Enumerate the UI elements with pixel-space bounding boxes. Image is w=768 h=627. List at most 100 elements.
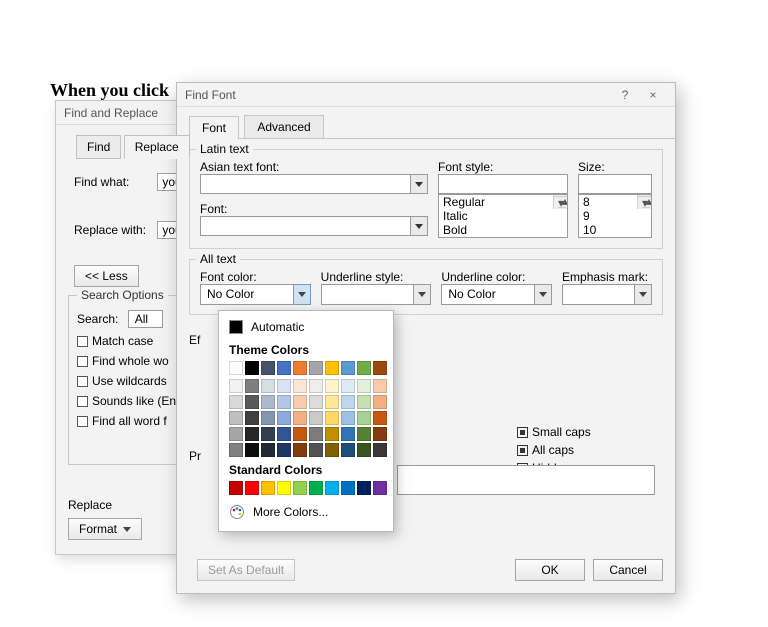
color-swatch[interactable] [341, 395, 355, 409]
format-button[interactable]: Format [68, 518, 142, 540]
color-swatch[interactable] [293, 379, 307, 393]
color-swatch[interactable] [245, 395, 259, 409]
size-list[interactable]: 8 9 10 ▴▾ [578, 194, 652, 238]
list-item[interactable]: 10 [579, 223, 651, 237]
tab-advanced[interactable]: Advanced [244, 115, 323, 138]
color-swatch[interactable] [309, 427, 323, 441]
sounds-like-checkbox[interactable] [77, 396, 88, 407]
color-swatch[interactable] [357, 361, 371, 375]
color-swatch[interactable] [373, 427, 387, 441]
color-swatch[interactable] [229, 379, 243, 393]
underline-style-dropdown[interactable] [321, 284, 432, 305]
asian-text-font-input[interactable] [200, 174, 410, 194]
scrollbar[interactable]: ▴▾ [637, 195, 651, 209]
scrollbar[interactable]: ▴▾ [553, 195, 567, 209]
color-swatch[interactable] [277, 379, 291, 393]
emphasis-mark-dropdown[interactable] [562, 284, 652, 305]
color-swatch[interactable] [293, 443, 307, 457]
color-swatch[interactable] [341, 443, 355, 457]
color-swatch[interactable] [229, 395, 243, 409]
color-swatch[interactable] [277, 411, 291, 425]
color-swatch[interactable] [373, 361, 387, 375]
color-swatch[interactable] [357, 427, 371, 441]
color-swatch[interactable] [325, 361, 339, 375]
color-swatch[interactable] [245, 411, 259, 425]
font-style-list[interactable]: Regular Italic Bold ▴▾ [438, 194, 568, 238]
color-swatch[interactable] [373, 481, 387, 495]
font-color-dropdown[interactable]: No Color [200, 284, 311, 305]
color-swatch[interactable] [245, 379, 259, 393]
color-swatch[interactable] [293, 427, 307, 441]
color-swatch[interactable] [309, 379, 323, 393]
chevron-down-icon[interactable] [410, 174, 428, 194]
chevron-down-icon[interactable] [413, 284, 431, 305]
color-swatch[interactable] [277, 481, 291, 495]
color-swatch[interactable] [341, 361, 355, 375]
automatic-color-item[interactable]: Automatic [227, 317, 385, 337]
color-swatch[interactable] [309, 361, 323, 375]
small-caps-checkbox[interactable] [517, 427, 528, 438]
font-style-input[interactable] [438, 174, 568, 194]
color-swatch[interactable] [325, 481, 339, 495]
color-swatch[interactable] [325, 427, 339, 441]
color-swatch[interactable] [341, 481, 355, 495]
list-item[interactable]: Regular [439, 195, 567, 209]
color-swatch[interactable] [325, 411, 339, 425]
color-swatch[interactable] [341, 379, 355, 393]
color-swatch[interactable] [357, 411, 371, 425]
list-item[interactable]: Italic [439, 209, 567, 223]
color-swatch[interactable] [277, 395, 291, 409]
color-swatch[interactable] [341, 427, 355, 441]
list-item[interactable]: 9 [579, 209, 651, 223]
color-swatch[interactable] [357, 395, 371, 409]
color-swatch[interactable] [325, 379, 339, 393]
color-swatch[interactable] [309, 395, 323, 409]
color-swatch[interactable] [357, 443, 371, 457]
color-swatch[interactable] [373, 411, 387, 425]
color-swatch[interactable] [309, 481, 323, 495]
font-combo[interactable] [200, 216, 428, 236]
wildcards-checkbox[interactable] [77, 376, 88, 387]
color-swatch[interactable] [245, 427, 259, 441]
less-button[interactable]: << Less [74, 265, 139, 287]
color-swatch[interactable] [229, 361, 243, 375]
color-swatch[interactable] [245, 361, 259, 375]
tab-font[interactable]: Font [189, 116, 239, 139]
color-swatch[interactable] [373, 379, 387, 393]
color-swatch[interactable] [261, 361, 275, 375]
close-button[interactable]: × [639, 83, 667, 107]
color-swatch[interactable] [277, 443, 291, 457]
chevron-down-icon[interactable] [634, 284, 652, 305]
color-swatch[interactable] [325, 443, 339, 457]
color-swatch[interactable] [341, 411, 355, 425]
list-item[interactable]: Bold [439, 223, 567, 237]
color-swatch[interactable] [229, 411, 243, 425]
whole-words-checkbox[interactable] [77, 356, 88, 367]
color-swatch[interactable] [357, 481, 371, 495]
color-swatch[interactable] [325, 395, 339, 409]
color-swatch[interactable] [261, 411, 275, 425]
match-case-checkbox[interactable] [77, 336, 88, 347]
color-swatch[interactable] [293, 411, 307, 425]
chevron-down-icon[interactable] [410, 216, 428, 236]
color-swatch[interactable] [293, 481, 307, 495]
tab-replace[interactable]: Replace [124, 135, 190, 159]
color-swatch[interactable] [261, 427, 275, 441]
word-forms-checkbox[interactable] [77, 416, 88, 427]
help-button[interactable]: ? [611, 83, 639, 107]
chevron-down-icon[interactable] [293, 284, 311, 305]
color-swatch[interactable] [245, 443, 259, 457]
color-swatch[interactable] [277, 427, 291, 441]
asian-text-font-combo[interactable] [200, 174, 428, 194]
more-colors-item[interactable]: More Colors... [227, 501, 385, 523]
color-swatch[interactable] [261, 481, 275, 495]
color-swatch[interactable] [229, 481, 243, 495]
cancel-button[interactable]: Cancel [593, 559, 663, 581]
color-swatch[interactable] [357, 379, 371, 393]
underline-color-dropdown[interactable]: No Color [441, 284, 552, 305]
size-input[interactable] [578, 174, 652, 194]
color-swatch[interactable] [229, 443, 243, 457]
font-input[interactable] [200, 216, 410, 236]
color-swatch[interactable] [293, 395, 307, 409]
color-swatch[interactable] [293, 361, 307, 375]
